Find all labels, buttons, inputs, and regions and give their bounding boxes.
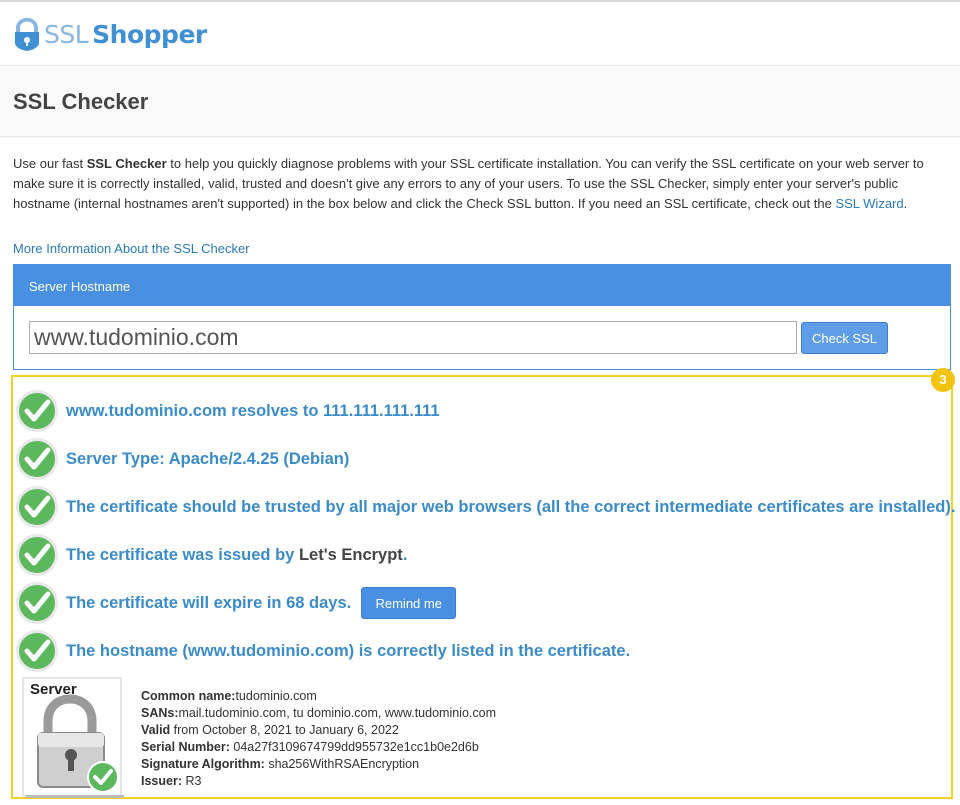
- intro-bold-ssl-checker: SSL Checker: [86, 156, 167, 171]
- result-row-trusted: The certificate should be trusted by all…: [15, 485, 955, 529]
- issuer-name: Let's Encrypt: [298, 545, 403, 564]
- cert-serial: Serial Number: 04a27f3109674799dd955732e…: [141, 740, 479, 754]
- cert-validity: Valid from October 8, 2021 to January 6,…: [141, 723, 399, 737]
- check-mark-icon: [16, 534, 58, 576]
- title-bar: SSL Checker: [0, 67, 960, 137]
- check-mark-icon: [16, 438, 58, 480]
- more-info-link[interactable]: More Information About the SSL Checker: [13, 240, 250, 258]
- logo-shopper-text: Shopper: [92, 19, 207, 49]
- result-row-hostname: The hostname (www.tudominio.com) is corr…: [15, 629, 630, 673]
- top-bar: SSL Shopper: [0, 0, 960, 66]
- shield-lock-logo-icon: [15, 18, 39, 51]
- remind-me-button[interactable]: Remind me: [361, 587, 457, 619]
- cert-signature-algorithm: Signature Algorithm: sha256WithRSAEncryp…: [141, 757, 420, 771]
- panel-body: Check SSL: [14, 306, 950, 369]
- check-mark-icon: [16, 582, 58, 624]
- page-title: SSL Checker: [13, 89, 149, 114]
- check-mark-icon: [16, 486, 58, 528]
- result-text: www.tudominio.com resolves to 111.111.11…: [66, 401, 440, 420]
- server-padlock-icon: Server: [22, 677, 124, 798]
- annotation-badge: 3: [931, 368, 955, 392]
- cert-sans: SANs:mail.tudominio.com, tu dominio.com,…: [141, 706, 496, 720]
- result-text: The certificate was issued by Let's Encr…: [66, 546, 407, 565]
- intro-text-3: .: [903, 196, 908, 211]
- check-mark-icon: [16, 390, 58, 432]
- result-row-server-type: Server Type: Apache/2.4.25 (Debian): [15, 437, 349, 481]
- cert-issuer: Issuer: R3: [141, 774, 202, 788]
- cert-common-name: Common name:tudominio.com: [141, 689, 317, 703]
- intro-text-1: Use our fast: [13, 156, 87, 171]
- result-text: The certificate will expire in 68 days.: [66, 593, 352, 612]
- check-ssl-button[interactable]: Check SSL: [801, 322, 888, 354]
- result-text: The hostname (www.tudominio.com) is corr…: [66, 641, 631, 660]
- result-row-resolves: www.tudominio.com resolves to 111.111.11…: [15, 389, 440, 433]
- certificate-details: Common name:tudominio.com SANs:mail.tudo…: [141, 688, 496, 790]
- result-row-issuer: The certificate was issued by Let's Encr…: [15, 533, 407, 577]
- result-text: Server Type: Apache/2.4.25 (Debian): [66, 449, 350, 468]
- ssl-wizard-link[interactable]: SSL Wizard: [835, 196, 903, 211]
- intro-paragraph: Use our fast SSL Checker to help you qui…: [13, 154, 943, 214]
- panel-heading: Server Hostname: [14, 265, 950, 306]
- site-logo[interactable]: SSL Shopper: [12, 14, 207, 54]
- result-text: The certificate should be trusted by all…: [66, 497, 956, 516]
- result-suffix: .: [402, 545, 408, 564]
- server-hostname-panel: Server Hostname Check SSL: [13, 264, 951, 370]
- result-row-expiry: The certificate will expire in 68 days. …: [15, 581, 457, 625]
- logo-ssl-text: SSL: [44, 19, 89, 49]
- check-mark-icon: [16, 630, 58, 672]
- hostname-input[interactable]: [29, 321, 797, 354]
- result-issued-by-text: The certificate was issued by: [66, 545, 299, 564]
